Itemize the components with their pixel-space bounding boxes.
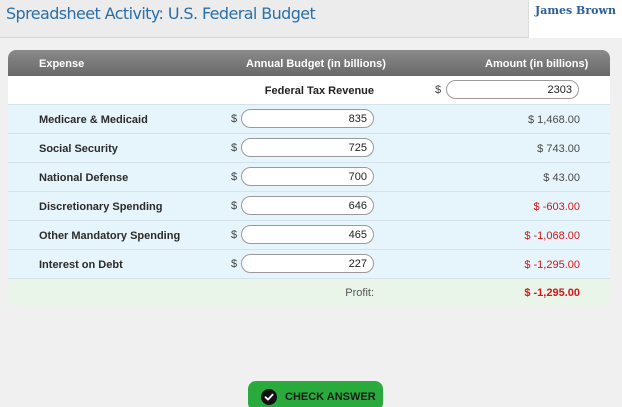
budget-input[interactable] bbox=[241, 138, 374, 157]
page-title: Spreadsheet Activity: U.S. Federal Budge… bbox=[6, 4, 316, 23]
budget-input[interactable] bbox=[241, 109, 374, 128]
budget-input[interactable] bbox=[241, 167, 374, 186]
check-answer-button[interactable]: CHECK ANSWER bbox=[248, 381, 383, 407]
budget-currency: $ bbox=[231, 229, 238, 241]
app-header: Spreadsheet Activity: U.S. Federal Budge… bbox=[0, 0, 622, 38]
expense-label: Social Security bbox=[39, 143, 118, 155]
table-header: Expense Annual Budget (in billions) Amou… bbox=[8, 50, 610, 76]
expense-label: National Defense bbox=[39, 172, 129, 184]
budget-input[interactable] bbox=[241, 225, 374, 244]
expense-label: Other Mandatory Spending bbox=[39, 230, 181, 242]
expense-label: Discretionary Spending bbox=[39, 201, 163, 213]
user-menu[interactable]: James Brown bbox=[528, 0, 622, 38]
table-row: Medicare & Medicaid $ $ 1,468.00 bbox=[8, 105, 610, 134]
column-header-budget: Annual Budget (in billions) bbox=[246, 58, 386, 70]
table-row: National Defense $ $ 43.00 bbox=[8, 163, 610, 192]
column-header-amount: Amount (in billions) bbox=[485, 58, 589, 70]
amount-value: $ 1,468.00 bbox=[528, 114, 580, 126]
profit-row: Profit: $ -1,295.00 bbox=[8, 279, 610, 305]
amount-value: $ 43.00 bbox=[543, 172, 580, 184]
budget-currency: $ bbox=[231, 113, 238, 125]
budget-input[interactable] bbox=[241, 196, 374, 215]
check-answer-label: CHECK ANSWER bbox=[285, 391, 376, 403]
budget-table: Expense Annual Budget (in billions) Amou… bbox=[8, 50, 610, 305]
budget-input[interactable] bbox=[241, 254, 374, 273]
budget-currency: $ bbox=[231, 258, 238, 270]
profit-value: $ -1,295.00 bbox=[524, 287, 580, 299]
budget-currency: $ bbox=[231, 200, 238, 212]
revenue-currency: $ bbox=[435, 84, 442, 96]
revenue-row: Federal Tax Revenue $ bbox=[8, 76, 610, 105]
revenue-label: Federal Tax Revenue bbox=[264, 85, 374, 97]
amount-value: $ -1,295.00 bbox=[524, 259, 580, 271]
amount-value: $ -1,068.00 bbox=[524, 230, 580, 242]
table-row: Interest on Debt $ $ -1,295.00 bbox=[8, 250, 610, 279]
user-name[interactable]: James Brown bbox=[529, 4, 622, 17]
budget-currency: $ bbox=[231, 142, 238, 154]
amount-value: $ -603.00 bbox=[533, 201, 580, 213]
amount-value: $ 743.00 bbox=[537, 143, 580, 155]
budget-currency: $ bbox=[231, 171, 238, 183]
profit-label: Profit: bbox=[345, 287, 374, 299]
table-row: Social Security $ $ 743.00 bbox=[8, 134, 610, 163]
table-row: Other Mandatory Spending $ $ -1,068.00 bbox=[8, 221, 610, 250]
check-circle-icon bbox=[261, 389, 277, 405]
expense-label: Interest on Debt bbox=[39, 259, 123, 271]
expense-label: Medicare & Medicaid bbox=[39, 114, 148, 126]
revenue-input[interactable] bbox=[446, 80, 579, 99]
table-row: Discretionary Spending $ $ -603.00 bbox=[8, 192, 610, 221]
column-header-expense: Expense bbox=[39, 58, 85, 70]
